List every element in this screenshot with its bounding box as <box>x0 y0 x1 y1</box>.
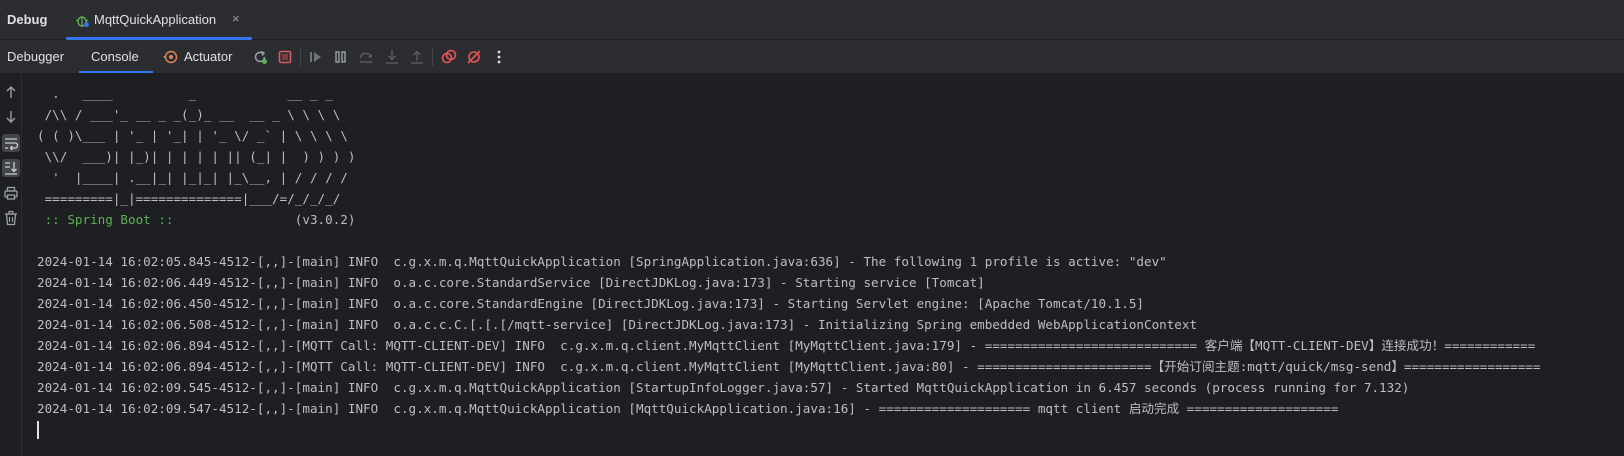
tab-console-label: Console <box>91 49 139 64</box>
scroll-to-end-icon[interactable] <box>2 159 20 177</box>
soft-wrap-icon[interactable] <box>2 134 20 152</box>
banner-line: ( ( )\___ | '_ | '_| | '_ \/ _` | \ \ \ … <box>37 128 348 143</box>
log-line: 2024-01-14 16:02:06.449-4512-[,,]-[main]… <box>37 275 985 290</box>
tool-window-header: Debug MqttQuickApplication × <box>0 0 1624 40</box>
tab-actuator-label: Actuator <box>184 49 233 64</box>
view-breakpoints-icon[interactable] <box>440 48 458 66</box>
toolbar-separator <box>432 48 433 66</box>
close-tab-icon[interactable]: × <box>232 11 240 26</box>
scroll-up-icon[interactable] <box>2 83 20 101</box>
step-out-icon[interactable] <box>408 48 426 66</box>
log-line: 2024-01-14 16:02:06.508-4512-[,,]-[main]… <box>37 317 1198 332</box>
run-config-tab[interactable]: MqttQuickApplication × <box>66 0 252 40</box>
step-into-icon[interactable] <box>383 48 401 66</box>
spring-boot-version-line: :: Spring Boot :: (v3.0.2) <box>37 209 356 230</box>
mute-breakpoints-icon[interactable] <box>465 48 483 66</box>
toolbar-separator <box>300 48 301 66</box>
debug-toolbar: Debugger Console Actuator <box>0 40 1624 73</box>
more-icon[interactable] <box>490 48 508 66</box>
console-output[interactable]: . ____ _ __ _ _ /\\ / ___'_ __ _ _(_)_ _… <box>37 83 1624 456</box>
clear-all-icon[interactable] <box>2 209 20 227</box>
log-line: 2024-01-14 16:02:05.845-4512-[,,]-[main]… <box>37 254 1167 269</box>
log-line: 2024-01-14 16:02:06.894-4512-[,,]-[MQTT … <box>37 338 1536 353</box>
banner-line: =========|_|==============|___/=/_/_/_/ <box>37 191 341 206</box>
print-icon[interactable] <box>2 184 20 202</box>
rerun-icon[interactable] <box>251 48 269 66</box>
console-gutter <box>0 73 22 456</box>
spring-boot-version: (v3.0.2) <box>181 212 356 227</box>
banner-line: \\/ ___)| |_)| | | | | || (_| | ) ) ) ) <box>37 149 356 164</box>
scroll-down-icon[interactable] <box>2 108 20 126</box>
spring-boot-label: :: Spring Boot :: <box>37 212 182 227</box>
tab-actuator[interactable]: Actuator <box>160 40 244 73</box>
text-caret <box>37 421 39 439</box>
banner-line: ' |____| .__|_| |_|_| |_\__, | / / / / <box>37 170 348 185</box>
run-config-label: MqttQuickApplication <box>94 12 217 27</box>
resume-icon[interactable] <box>307 48 325 66</box>
tab-debugger[interactable]: Debugger <box>0 40 76 73</box>
tab-debugger-label: Debugger <box>7 49 65 64</box>
step-over-icon[interactable] <box>357 48 375 66</box>
actuator-icon <box>163 50 178 64</box>
pause-icon[interactable] <box>332 48 350 66</box>
banner-line: . ____ _ __ _ _ <box>37 86 333 101</box>
tab-console[interactable]: Console <box>79 40 153 73</box>
tool-window-title: Debug <box>7 12 48 27</box>
log-line: 2024-01-14 16:02:06.894-4512-[,,]-[MQTT … <box>37 359 1541 374</box>
log-line: 2024-01-14 16:02:09.547-4512-[,,]-[main]… <box>37 401 1339 416</box>
stop-icon[interactable] <box>276 48 294 66</box>
log-line: 2024-01-14 16:02:09.545-4512-[,,]-[main]… <box>37 380 1410 395</box>
banner-line: /\\ / ___'_ __ _ _(_)_ __ __ _ \ \ \ \ <box>37 107 341 122</box>
debug-bug-icon <box>75 16 89 27</box>
active-tab-indicator <box>79 71 153 73</box>
log-line: 2024-01-14 16:02:06.450-4512-[,,]-[main]… <box>37 296 1144 311</box>
